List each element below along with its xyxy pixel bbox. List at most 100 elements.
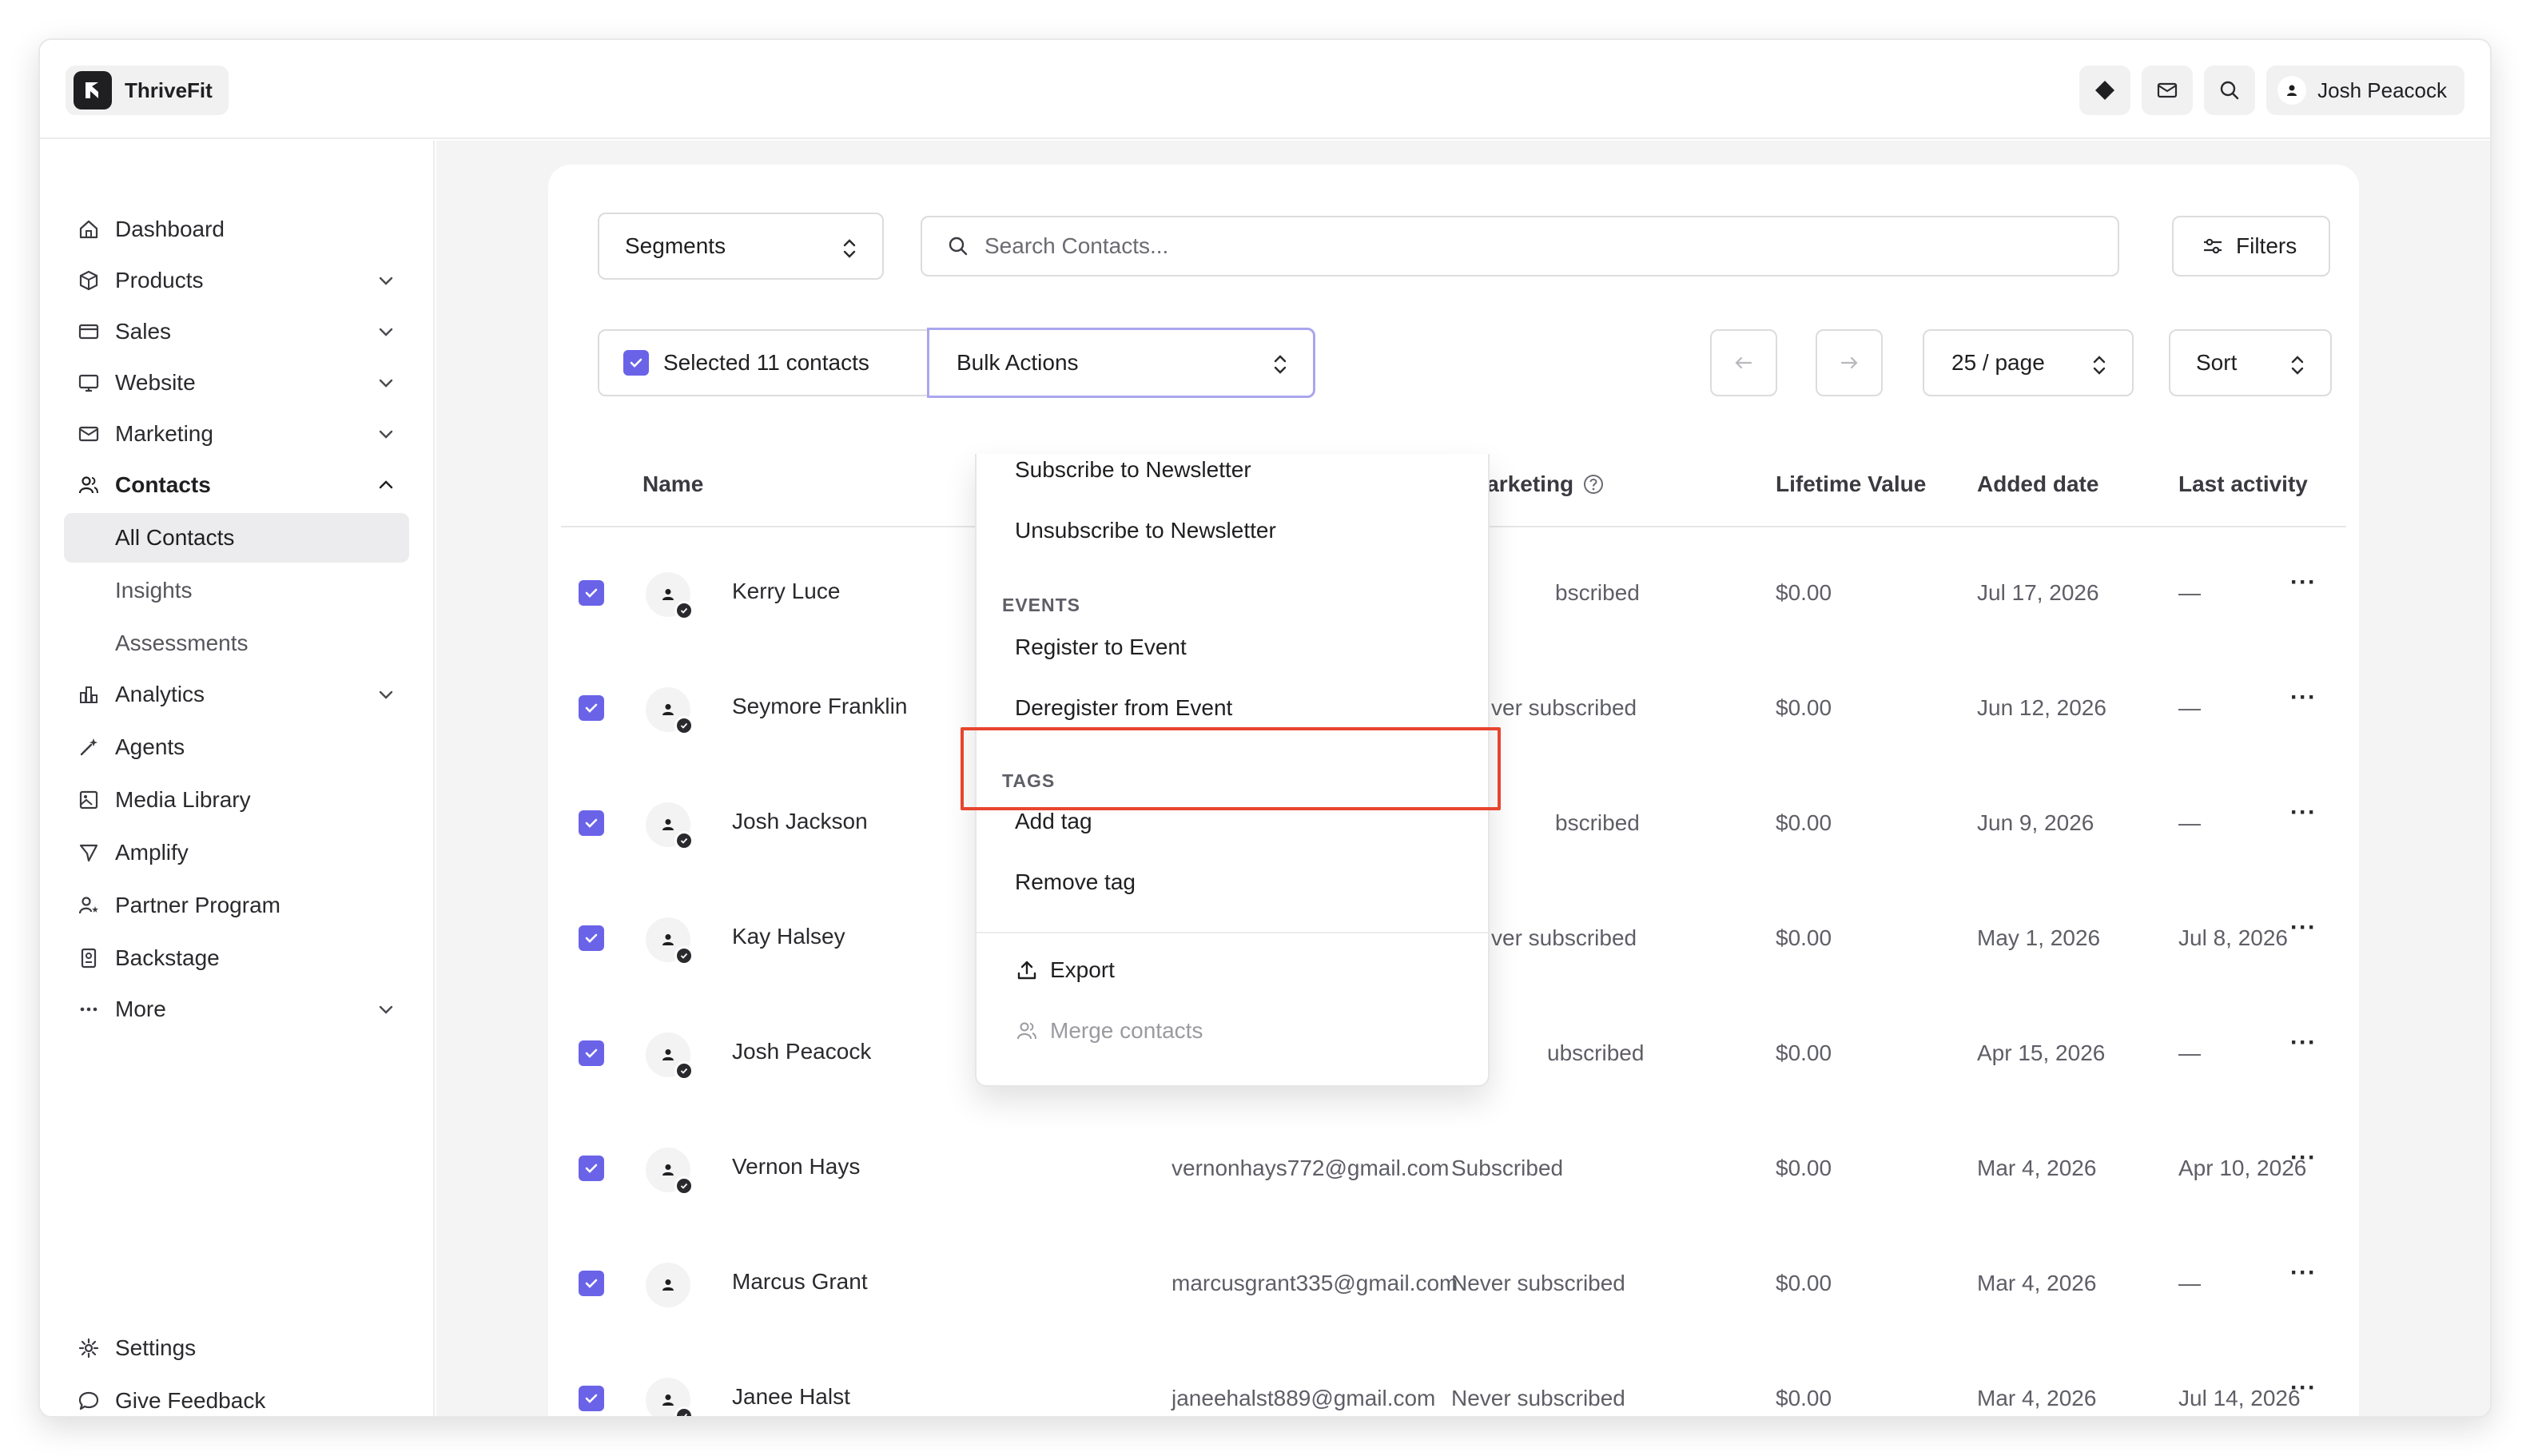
menu-item-deregister-event[interactable]: Deregister from Event — [1015, 692, 1232, 724]
brand-switcher[interactable]: ThriveFit — [66, 66, 229, 115]
sidebar-item-label: Dashboard — [115, 217, 225, 241]
check-icon — [630, 358, 642, 368]
row-checkbox[interactable] — [579, 580, 604, 606]
avatar — [646, 802, 694, 850]
sidebar-item-settings[interactable]: Settings — [64, 1323, 409, 1373]
row-more-icon[interactable]: ··· — [2290, 1259, 2317, 1287]
col-header-last-activity[interactable]: Last activity — [2178, 471, 2308, 497]
menu-divider — [977, 932, 1488, 933]
row-more-icon[interactable]: ··· — [2290, 799, 2317, 826]
sliders-icon — [2204, 238, 2222, 254]
menu-item-export[interactable]: Export — [1015, 954, 1115, 986]
contact-email[interactable]: janeehalst889@gmail.com — [1172, 1386, 1435, 1411]
sidebar-item-marketing[interactable]: Marketing — [64, 409, 409, 459]
contact-email[interactable]: vernonhays772@gmail.com — [1172, 1156, 1449, 1181]
sparkle-wand-icon — [77, 735, 101, 759]
mail-icon[interactable] — [2142, 66, 2194, 115]
contact-email[interactable]: marcusgrant335@gmail.com — [1172, 1271, 1458, 1296]
sidebar-item-give-feedback[interactable]: Give Feedback — [64, 1376, 409, 1416]
row-more-icon[interactable]: ··· — [2290, 914, 2317, 941]
next-page-button[interactable] — [1816, 329, 1883, 396]
segments-select[interactable]: Segments — [598, 213, 884, 280]
col-header-added-date[interactable]: Added date — [1977, 471, 2098, 497]
sidebar-subitem-insights[interactable]: Insights — [64, 566, 409, 615]
user-icon — [662, 589, 674, 600]
last-activity: Jul 14, 2026 — [2178, 1386, 2301, 1410]
contact-name[interactable]: Vernon Hays — [732, 1154, 860, 1180]
row-checkbox[interactable] — [579, 1271, 604, 1296]
row-more-icon[interactable]: ··· — [2290, 569, 2317, 596]
last-activity: — — [2178, 1271, 2201, 1295]
row-more-icon[interactable]: ··· — [2290, 684, 2317, 711]
search-field[interactable] — [921, 216, 2119, 276]
sidebar-item-label: Products — [115, 268, 204, 292]
check-icon — [585, 588, 598, 598]
sidebar-subitem-all-contacts[interactable]: All Contacts — [64, 513, 409, 563]
menu-item-subscribe-newsletter[interactable]: Subscribe to Newsletter — [1015, 454, 1251, 486]
search-icon[interactable] — [2204, 66, 2256, 115]
diamond-icon[interactable] — [2079, 66, 2131, 115]
check-icon — [585, 1394, 598, 1403]
row-checkbox[interactable] — [579, 1386, 604, 1411]
sidebar-item-agents[interactable]: Agents — [64, 722, 409, 772]
chat-bubble-icon — [77, 1389, 101, 1413]
row-more-icon[interactable]: ··· — [2290, 1374, 2317, 1402]
row-checkbox[interactable] — [579, 1040, 604, 1066]
row-checkbox[interactable] — [579, 695, 604, 721]
filters-button[interactable]: Filters — [2172, 216, 2330, 276]
sidebar-item-more[interactable]: More — [64, 985, 409, 1034]
user-icon — [662, 704, 674, 715]
page-size-select[interactable]: 25 / page — [1923, 329, 2134, 396]
credit-card-icon — [77, 320, 101, 344]
menu-item-register-event[interactable]: Register to Event — [1015, 631, 1187, 663]
select-all-checkbox[interactable] — [623, 350, 649, 376]
menu-item-remove-tag[interactable]: Remove tag — [1015, 866, 1136, 898]
menu-item-add-tag[interactable]: Add tag — [1015, 806, 1092, 837]
sidebar-item-partner-program[interactable]: Partner Program — [64, 881, 409, 930]
row-more-icon[interactable]: ··· — [2290, 1144, 2317, 1172]
sidebar-subitem-label: All Contacts — [115, 525, 235, 550]
menu-item-export-label: Export — [1050, 957, 1115, 982]
avatar — [646, 1032, 694, 1080]
added-date: Mar 4, 2026 — [1977, 1156, 2097, 1180]
segments-label: Segments — [625, 233, 726, 258]
avatar — [646, 572, 694, 620]
sidebar-item-label: Contacts — [115, 472, 211, 497]
menu-item-unsubscribe-newsletter[interactable]: Unsubscribe to Newsletter — [1015, 515, 1276, 547]
contact-name[interactable]: Janee Halst — [732, 1384, 850, 1410]
contact-name[interactable]: Kay Halsey — [732, 924, 845, 949]
col-header-name[interactable]: Name — [642, 471, 703, 497]
prev-page-button[interactable] — [1710, 329, 1777, 396]
bulk-actions-select[interactable]: Bulk Actions — [927, 328, 1315, 398]
sidebar-item-media-library[interactable]: Media Library — [64, 775, 409, 825]
sidebar-item-products[interactable]: Products — [64, 256, 409, 305]
sidebar-item-contacts[interactable]: Contacts — [64, 460, 409, 510]
selected-contacts-toggle[interactable]: Selected 11 contacts — [598, 329, 929, 396]
sort-select[interactable]: Sort — [2169, 329, 2332, 396]
row-more-icon[interactable]: ··· — [2290, 1029, 2317, 1056]
sidebar-item-analytics[interactable]: Analytics — [64, 670, 409, 719]
col-header-lifetime-value[interactable]: Lifetime Value — [1776, 471, 1926, 497]
contact-name[interactable]: Josh Peacock — [732, 1039, 871, 1064]
table-row[interactable]: Janee Halst janeehalst889@gmail.com Neve… — [548, 1366, 2359, 1416]
contact-name[interactable]: Kerry Luce — [732, 579, 840, 604]
contact-name[interactable]: Seymore Franklin — [732, 694, 907, 719]
sidebar-item-dashboard[interactable]: Dashboard — [64, 205, 409, 254]
contact-name[interactable]: Marcus Grant — [732, 1269, 868, 1295]
sidebar-item-backstage[interactable]: Backstage — [64, 933, 409, 983]
search-input[interactable] — [985, 233, 2103, 259]
updown-chevron-icon — [843, 239, 856, 258]
row-checkbox[interactable] — [579, 1156, 604, 1181]
user-menu[interactable]: Josh Peacock — [2266, 66, 2464, 115]
sidebar-item-website[interactable]: Website — [64, 358, 409, 408]
sidebar-item-amplify[interactable]: Amplify — [64, 828, 409, 877]
sidebar-item-sales[interactable]: Sales — [64, 307, 409, 356]
table-row[interactable]: Vernon Hays vernonhays772@gmail.com Subs… — [548, 1136, 2359, 1200]
row-checkbox[interactable] — [579, 810, 604, 836]
sidebar-item-label: Analytics — [115, 682, 205, 706]
table-row[interactable]: Marcus Grant marcusgrant335@gmail.com Ne… — [548, 1251, 2359, 1315]
row-checkbox[interactable] — [579, 925, 604, 951]
contact-name[interactable]: Josh Jackson — [732, 809, 868, 834]
help-circle-icon[interactable] — [1581, 472, 1605, 496]
sidebar-subitem-assessments[interactable]: Assessments — [64, 619, 409, 668]
